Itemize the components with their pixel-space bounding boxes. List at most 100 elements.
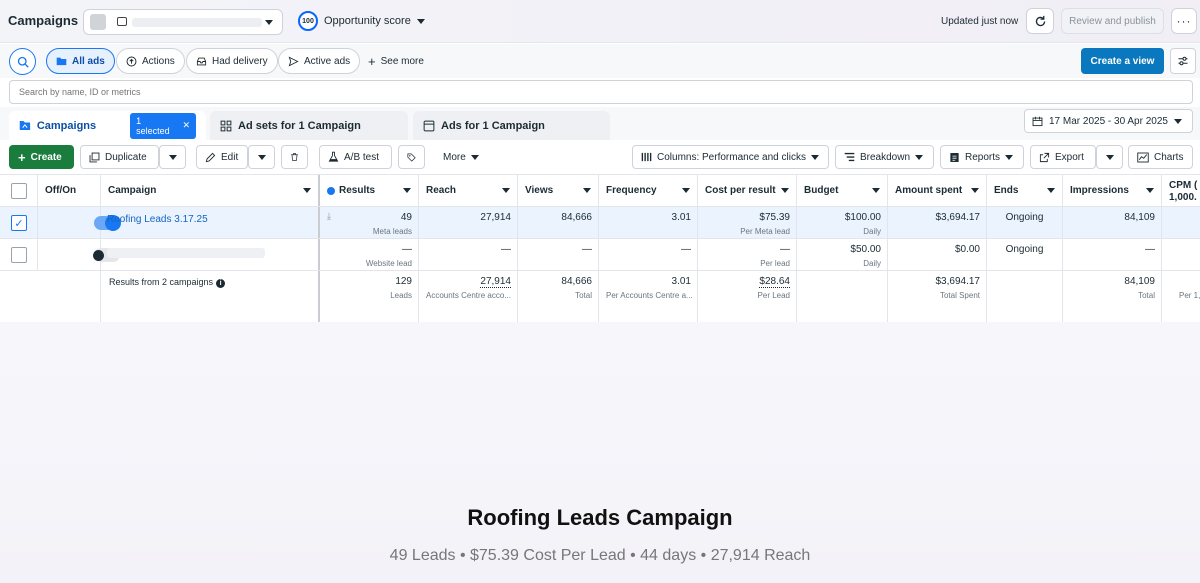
column-label: Reach [426,185,457,196]
tag-button[interactable] [398,145,425,169]
table-row[interactable]: — Website lead — — — — Per lead $50.00 D… [0,239,1200,271]
summary-impressions-value: 84,109 [1124,276,1155,287]
header-frequency[interactable]: Frequency [599,175,698,206]
column-label: Impressions [1070,185,1129,196]
account-icon [117,17,127,26]
views-value: — [582,244,592,255]
campaign-name-redacted[interactable] [107,248,265,258]
caption-subline: 49 Leads • $75.39 Cost Per Lead • 44 day… [389,547,811,564]
summary-cpr-value[interactable]: $28.64 [759,276,790,288]
header-views[interactable]: Views [518,175,599,206]
export-dropdown[interactable] [1096,145,1123,169]
edit-button[interactable]: Edit [196,145,248,169]
chevron-down-icon [416,18,425,24]
delete-button[interactable] [281,145,308,169]
filter-bar: All ads Actions Had delivery Active ads … [0,44,1200,78]
summary-cpm: Per 1, [1162,271,1200,322]
create-label: Create [30,151,62,163]
sort-chevron-icon [1047,188,1055,193]
duplicate-dropdown[interactable] [159,145,186,169]
frequency-cell: 3.01 [599,207,698,238]
date-range-picker[interactable]: 17 Mar 2025 - 30 Apr 2025 [1024,109,1193,133]
reach-cell: — [419,239,518,270]
summary-frequency-type: Per Accounts Centre a... [606,291,693,300]
see-more-filters[interactable]: + See more [368,54,424,69]
results-cell: — Website lead [320,239,419,270]
search-input[interactable] [9,80,1193,104]
duplicate-button[interactable]: Duplicate [80,145,159,169]
info-icon[interactable]: i [216,279,226,288]
export-button[interactable]: Export [1030,145,1096,169]
chip-label: All ads [72,55,105,67]
header-amount-spent[interactable]: Amount spent [888,175,987,206]
results-type: Meta leads [372,227,412,236]
action-toolbar: + Create Duplicate Edit A/B test More Co… [0,141,1200,174]
more-options-button[interactable]: ··· [1171,8,1197,34]
tab-campaigns[interactable]: Campaigns 1 selected ✕ [9,111,206,140]
opportunity-score-button[interactable]: 100 Opportunity score [298,11,425,31]
sort-chevron-icon [403,188,411,193]
header-impressions[interactable]: Impressions [1063,175,1162,206]
ad-account-selector[interactable] [83,9,283,35]
budget-value: $50.00 [850,244,881,255]
edit-dropdown[interactable] [248,145,275,169]
row-checkbox[interactable] [11,247,27,263]
header-reach[interactable]: Reach [419,175,518,206]
trash-icon [291,153,298,161]
ab-test-button[interactable]: A/B test [319,145,392,169]
reports-selector[interactable]: Reports [940,145,1024,169]
charts-button[interactable]: Charts [1128,145,1193,169]
see-more-label: See more [380,56,424,67]
filter-chip-all-ads[interactable]: All ads [46,48,115,74]
ends-cell: Ongoing [987,239,1063,270]
more-actions-button[interactable]: More [434,145,488,169]
breakdown-selector[interactable]: Breakdown [835,145,934,169]
review-publish-button[interactable]: Review and publish [1061,8,1164,34]
header-cpm[interactable]: CPM ( 1,000. [1162,175,1200,206]
header-ends[interactable]: Ends [987,175,1063,206]
filter-chip-actions[interactable]: Actions [116,48,185,74]
edit-label: Edit [221,151,239,163]
header-cost-per-result[interactable]: Cost per result [698,175,797,206]
create-button[interactable]: + Create [9,145,74,169]
summary-results: 129 Leads [320,271,419,322]
charts-label: Charts [1154,151,1184,163]
refresh-button[interactable] [1026,8,1054,34]
search-button[interactable] [9,48,36,75]
column-label-cont: 1,000. [1169,192,1197,203]
cost-per-result-cell: $75.39 Per Meta lead [698,207,797,238]
header-budget[interactable]: Budget [797,175,888,206]
select-all-checkbox[interactable] [11,183,27,199]
view-settings-button[interactable] [1170,48,1196,74]
column-label: Off/On [45,185,77,196]
tab-ad-sets[interactable]: Ad sets for 1 Campaign [210,111,408,140]
close-icon[interactable]: ✕ [182,120,190,131]
filter-chip-had-delivery[interactable]: Had delivery [186,48,278,74]
summary-cpm-type: Per 1, [1179,291,1200,300]
summary-views-type: Total [575,291,592,300]
row-checkbox-checked[interactable]: ✓ [11,215,27,231]
caption-headline: Roofing Leads Campaign [467,505,733,530]
page-title: Campaigns [8,13,79,28]
header-results[interactable]: Results [320,175,419,206]
chevron-down-icon [1105,154,1114,160]
create-view-button[interactable]: Create a view [1081,48,1164,74]
table-row[interactable]: ✓ Roofing Leads 3.17.25 ⤓ 49 Meta leads … [0,207,1200,239]
budget-cell[interactable]: $50.00 Daily [797,239,888,270]
summary-frequency-value: 3.01 [671,276,691,287]
summary-reach-value[interactable]: 27,914 [480,276,511,288]
tab-ads[interactable]: Ads for 1 Campaign [413,111,610,140]
sort-chevron-icon [781,188,789,193]
amount-spent-cell: $3,694.17 [888,207,987,238]
campaign-name-link[interactable]: Roofing Leads 3.17.25 [107,214,208,225]
cpr-value: — [780,244,790,255]
views-cell: — [518,239,599,270]
selected-badge[interactable]: 1 selected ✕ [130,112,196,139]
column-label: Ends [994,185,1019,196]
header-campaign[interactable]: Campaign [101,175,320,206]
spent-value: $3,694.17 [935,212,981,223]
budget-cell[interactable]: $100.00 Daily [797,207,888,238]
filter-chip-active-ads[interactable]: Active ads [278,48,361,74]
frequency-cell: — [599,239,698,270]
columns-selector[interactable]: Columns: Performance and clicks [632,145,829,169]
